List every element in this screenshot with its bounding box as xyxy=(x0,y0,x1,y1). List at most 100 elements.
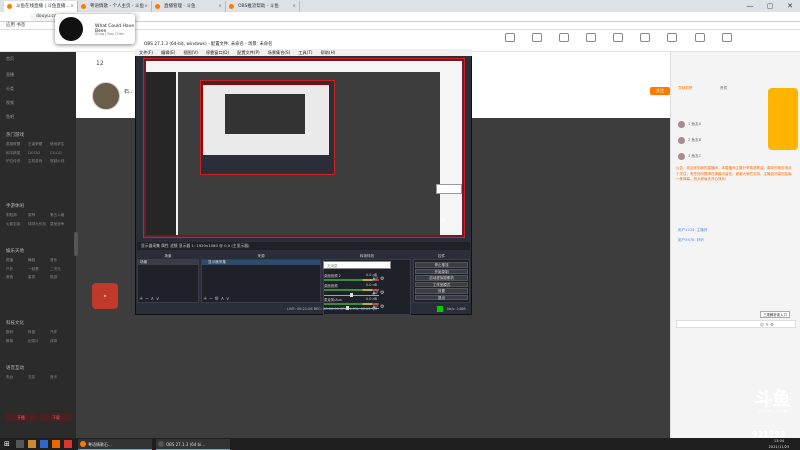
sidebar-link[interactable]: 一起看 xyxy=(28,265,50,274)
scene-dock-toolbar[interactable]: + − ∧ ∨ xyxy=(139,296,159,302)
sidebar-item-yuba[interactable]: 鱼吧 xyxy=(6,114,14,119)
rank-tab-vip[interactable]: 贵宾 xyxy=(720,84,727,92)
sidebar-link[interactable]: 美食 xyxy=(6,273,28,282)
chat-toolbar-icons[interactable]: ☺ ✎ ⚙ xyxy=(760,322,800,327)
streamer-name[interactable]: 石.. xyxy=(124,88,132,95)
settings-button[interactable]: 设置 xyxy=(415,288,468,294)
obs-menu-edit[interactable]: 编辑(E) xyxy=(161,50,175,55)
sidebar-link[interactable]: DOTA2 xyxy=(28,149,50,158)
header-icon-8[interactable] xyxy=(690,31,710,51)
obs-menu-tools[interactable]: 工具(T) xyxy=(298,50,312,55)
sidebar-link[interactable]: 舞蹈 xyxy=(28,256,50,265)
sidebar-link[interactable]: 教育 xyxy=(6,337,28,346)
sidebar-link[interactable]: 颜值 xyxy=(6,256,28,265)
virtual-camera-button[interactable]: 启动虚拟摄像机 xyxy=(415,275,468,281)
maximize-button[interactable]: ▢ xyxy=(760,0,780,12)
taskbar-clock[interactable]: 13:04 2021/11/25 xyxy=(758,438,800,450)
sidebar-link[interactable]: 第五人格 xyxy=(50,211,72,220)
header-icon-9[interactable] xyxy=(717,31,737,51)
obs-menu-help[interactable]: 帮助(H) xyxy=(321,50,336,55)
taskbar-app-icon[interactable] xyxy=(40,440,48,448)
download-app-button[interactable]: 下载 xyxy=(40,413,72,422)
sidebar-link[interactable]: 阴阳师 xyxy=(6,211,28,220)
sidebar-link[interactable]: 主机游戏 xyxy=(28,157,50,166)
sidebar-link[interactable]: 王者荣耀 xyxy=(28,140,50,149)
speaker-icon[interactable]: 🔊 xyxy=(372,290,378,296)
sidebar-link[interactable]: 交友 xyxy=(28,373,50,382)
sidebar-link[interactable]: 火影忍者 xyxy=(6,220,28,229)
rank-row[interactable]: 2 鱼友B xyxy=(678,136,701,144)
source-item[interactable]: 显示器采集 xyxy=(202,260,320,265)
exit-button[interactable]: 退出 xyxy=(415,294,468,300)
obs-menu-profile[interactable]: 配置文件(P) xyxy=(237,50,260,55)
sidebar-link[interactable]: 数码 xyxy=(6,328,28,337)
source-dock-toolbar[interactable]: + − ⚙ ∧ ∨ xyxy=(203,296,230,302)
sidebar-link[interactable]: 电台 xyxy=(6,373,28,382)
streamer-avatar[interactable] xyxy=(92,82,120,110)
obs-menu-scene-collection[interactable]: 场景集合(S) xyxy=(268,50,291,55)
minimize-button[interactable]: — xyxy=(740,0,760,12)
sidebar-link[interactable]: 音乐 xyxy=(50,256,72,265)
sidebar-link[interactable]: 纪录片 xyxy=(28,337,50,346)
gift-badge-icon[interactable]: ★ xyxy=(92,283,118,309)
header-icon-4[interactable] xyxy=(581,31,601,51)
sidebar-link[interactable]: 皇室战争 xyxy=(50,220,72,229)
sidebar-link[interactable]: 二次元 xyxy=(50,265,72,274)
windows-start-icon[interactable]: ⊞ xyxy=(4,440,12,448)
taskbar-app-icon[interactable] xyxy=(28,440,36,448)
sidebar-link[interactable]: 绝地求生 xyxy=(50,140,72,149)
gear-icon[interactable]: ⚙ xyxy=(380,276,384,282)
follow-button[interactable]: 关注 xyxy=(650,87,670,95)
obs-menu-docks[interactable]: 停靠窗口(D) xyxy=(206,50,229,55)
sidebar-link[interactable]: 炉石传说 xyxy=(6,157,28,166)
gear-icon[interactable]: ⚙ xyxy=(380,290,384,296)
sidebar-link[interactable]: 英雄联盟 xyxy=(6,140,28,149)
sidebar-link[interactable]: 和平精英 xyxy=(6,149,28,158)
browser-tab-3[interactable]: 直播管理 - 斗鱼 × xyxy=(152,1,226,12)
sidebar-link[interactable]: 穿越火线 xyxy=(50,157,72,166)
header-icon-6[interactable] xyxy=(635,31,655,51)
header-icon-2[interactable] xyxy=(527,31,547,51)
obs-menu-file[interactable]: 文件(F) xyxy=(139,50,153,55)
sidebar-link[interactable]: 科普 xyxy=(28,328,50,337)
sidebar-link[interactable]: 星秀 xyxy=(28,273,50,282)
sidebar-item-video[interactable]: 视频 xyxy=(6,100,14,105)
taskbar-task-obs[interactable]: OBS 27.1.3 (64 bi... xyxy=(156,439,230,450)
rank-row[interactable]: 3 鱼友C xyxy=(678,152,701,160)
browser-tab-2[interactable]: 粤语情歌 - 个人主页 - 斗鱼 × xyxy=(78,1,152,12)
sidebar-link[interactable]: 汽车 xyxy=(50,328,72,337)
sidebar-link[interactable]: 球球大作战 xyxy=(28,220,50,229)
close-icon[interactable]: × xyxy=(70,1,74,12)
header-icon-3[interactable] xyxy=(554,31,574,51)
header-icon-5[interactable] xyxy=(608,31,628,51)
stop-streaming-button[interactable]: 停止推流 xyxy=(415,262,468,268)
obs-source-toolbar[interactable]: 显示器采集 属性 滤镜 显示器 1: 1920x1080 @ 0,0 (主显示器… xyxy=(137,242,470,250)
close-window-button[interactable]: ✕ xyxy=(780,0,800,12)
sidebar-item-live[interactable]: 直播 xyxy=(6,72,14,77)
obs-menu-view[interactable]: 视图(V) xyxy=(183,50,198,55)
sidebar-item-home[interactable]: 首页 xyxy=(6,56,14,61)
slider-knob[interactable] xyxy=(350,293,353,297)
sidebar-link[interactable]: 音乐 xyxy=(50,373,72,382)
close-icon[interactable]: × xyxy=(218,1,222,12)
sidebar-link[interactable]: CS:GO xyxy=(50,149,72,158)
sidebar-link[interactable]: 体育 xyxy=(50,337,72,346)
scene-item[interactable]: 场景 xyxy=(138,260,198,265)
sidebar-link[interactable]: 户外 xyxy=(6,265,28,274)
browser-tab-1[interactable]: 斗鱼在线直播 | 斗鱼直播... × xyxy=(4,1,78,12)
taskbar-app-icon[interactable] xyxy=(64,440,72,448)
taskbar-task-browser[interactable]: 粤语情歌石... xyxy=(78,439,152,450)
rank-row[interactable]: 1 鱼友A xyxy=(678,120,701,128)
close-icon[interactable]: × xyxy=(292,1,296,12)
floating-event-badge-icon[interactable] xyxy=(768,88,798,150)
media-control-popup[interactable]: What Could Have Been Sting | Ray Chen xyxy=(55,14,135,44)
speaker-icon[interactable]: 🔊 xyxy=(372,276,378,282)
sidebar-link[interactable]: 原神 xyxy=(28,211,50,220)
studio-mode-button[interactable]: 工作室模式 xyxy=(415,281,468,287)
sidebar-collapse-handle[interactable] xyxy=(74,232,78,256)
chat-entry-button[interactable]: 三观解析读入口 xyxy=(760,311,790,318)
start-recording-button[interactable]: 开始录制 xyxy=(415,268,468,274)
browser-tab-4[interactable]: OBS推流帮助 - 斗鱼 × xyxy=(226,1,300,12)
rank-tab-weekly[interactable]: 贡献周榜 xyxy=(678,84,692,92)
taskbar-search-icon[interactable] xyxy=(16,440,24,448)
